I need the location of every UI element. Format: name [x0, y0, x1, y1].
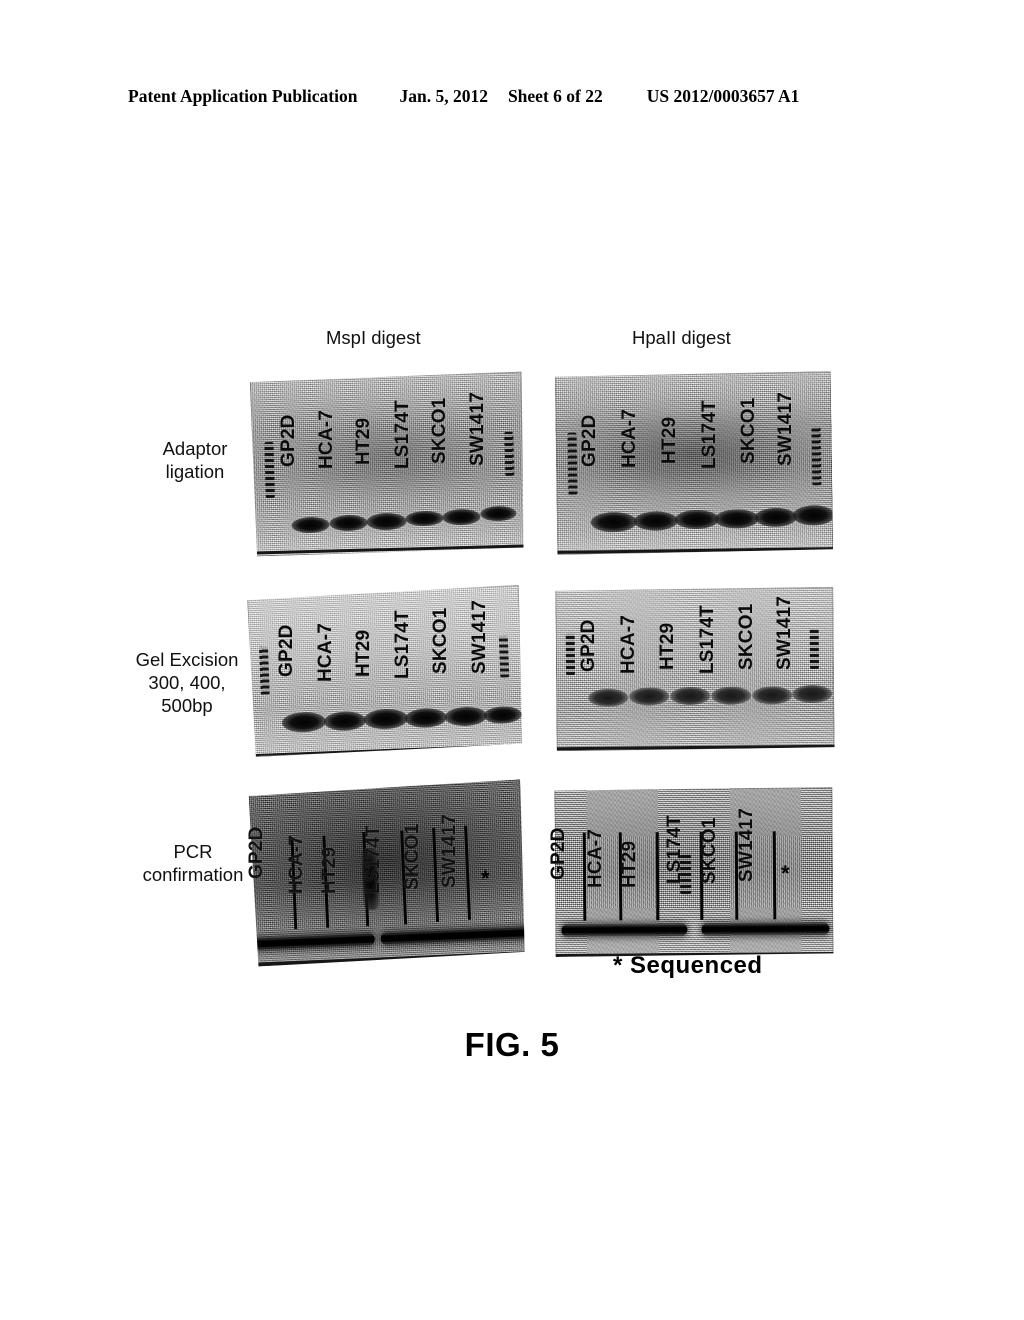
sequenced-marker-mspi: *: [481, 866, 490, 891]
lane-label-hca7: HCA-7: [315, 622, 336, 682]
lane-label-gp2d: GP2D: [578, 619, 599, 672]
lane-label-gp2d: GP2D: [246, 826, 267, 879]
lane-label-skco1: SKCO1: [738, 397, 759, 464]
lane-label-skco1: SKCO1: [429, 397, 450, 464]
lane-label-hca7: HCA-7: [316, 409, 337, 469]
lane-label-gp2d: GP2D: [276, 624, 297, 677]
lane-label-ht29: HT29: [319, 846, 340, 894]
lane-label-ls174t: LS174T: [392, 610, 413, 679]
sequenced-marker-hpaii: *: [781, 861, 790, 886]
lane-label-skco1: SKCO1: [430, 607, 451, 674]
lane-label-ls174t: LS174T: [664, 815, 685, 884]
lane-label-gp2d: GP2D: [278, 414, 299, 467]
lane-label-ht29: HT29: [353, 417, 374, 465]
lane-label-gp2d: GP2D: [579, 414, 600, 467]
figure-caption: FIG. 5: [464, 1026, 560, 1063]
lane-label-ls174t: LS174T: [363, 825, 384, 894]
lane-label-hca7: HCA-7: [618, 614, 639, 674]
lane-label-skco1: SKCO1: [736, 603, 757, 670]
sequenced-footnote: * Sequenced: [613, 952, 763, 979]
lane-label-ht29: HT29: [659, 416, 680, 464]
lane-label-sw1417: SW1417: [469, 599, 490, 674]
row-label-gel-excision: Gel Excision 300, 400, 500bp: [135, 649, 239, 716]
row-label-adaptor-ligation: Adaptor ligation: [162, 438, 228, 482]
lane-label-ls174t: LS174T: [392, 400, 413, 469]
lane-label-ls174t: LS174T: [699, 400, 720, 469]
lane-label-ht29: HT29: [619, 840, 640, 888]
lane-label-hca7: HCA-7: [619, 408, 640, 468]
lane-label-skco1: SKCO1: [699, 817, 720, 884]
column-title-mspi-digest: MspI digest: [326, 327, 421, 348]
lane-label-sw1417: SW1417: [775, 391, 796, 466]
lane-label-sw1417: SW1417: [736, 807, 757, 882]
lane-label-sw1417: SW1417: [439, 813, 460, 888]
lane-label-sw1417: SW1417: [467, 391, 488, 466]
lane-label-skco1: SKCO1: [402, 823, 423, 890]
lane-label-gp2d: GP2D: [548, 827, 569, 880]
column-title-hpaii-digest: HpaII digest: [632, 327, 731, 348]
lane-label-ht29: HT29: [657, 622, 678, 670]
lane-label-hca7: HCA-7: [286, 834, 307, 894]
lane-label-ht29: HT29: [353, 629, 374, 677]
lane-label-ls174t: LS174T: [697, 605, 718, 674]
lane-label-hca7: HCA-7: [585, 828, 606, 888]
lane-label-sw1417: SW1417: [774, 595, 795, 670]
figure-5: MspI digest HpaII digest Adaptor ligatio…: [0, 0, 1024, 1320]
